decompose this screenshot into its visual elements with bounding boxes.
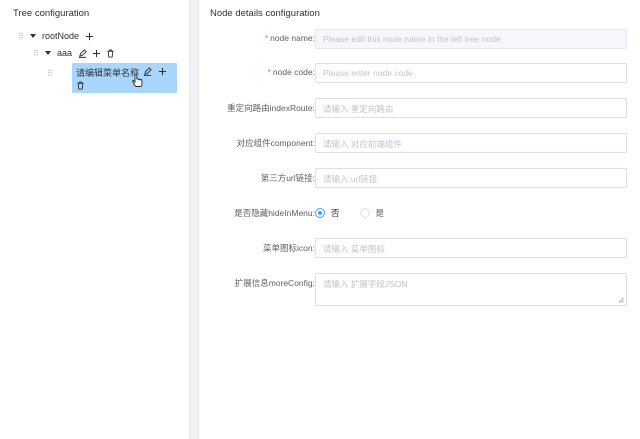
hide-in-menu-label: 是否隐藏hideInMenu: <box>234 208 315 218</box>
component-row: 对应组件component: 请输入 对应前端组件 <box>199 133 640 153</box>
edit-icon[interactable] <box>77 48 87 58</box>
radio-yes-label[interactable]: 是 <box>376 207 385 219</box>
hand-cursor-icon <box>132 74 143 87</box>
add-icon[interactable] <box>157 66 167 76</box>
url-row: 第三方url链接: 请输入 url链接 <box>199 168 640 188</box>
node-name-input[interactable]: Please edit this node name in the left t… <box>315 29 627 49</box>
url-input[interactable]: 请输入 url链接 <box>315 168 627 188</box>
node-details-panel: Node details configuration * node name: P… <box>198 0 640 439</box>
hide-in-menu-radio-group: 否 是 <box>315 207 404 219</box>
component-label: 对应组件component: <box>236 138 315 148</box>
icon-label: 菜单图标icon: <box>263 243 315 253</box>
url-label: 第三方url链接: <box>260 173 315 183</box>
node-name-row: * node name: Please edit this node name i… <box>199 29 640 49</box>
hide-in-menu-row: 是否隐藏hideInMenu: 否 是 <box>199 203 640 223</box>
panel-splitter[interactable] <box>190 0 198 439</box>
radio-no-label[interactable]: 否 <box>331 207 340 219</box>
node-code-row: * node code: Please enter node code <box>199 63 640 83</box>
tree-node-new-drag[interactable]: ⠿ <box>47 66 57 80</box>
add-icon[interactable] <box>84 31 94 41</box>
add-icon[interactable] <box>91 48 101 58</box>
tree-node-label[interactable]: rootNode <box>42 31 79 41</box>
component-input[interactable]: 请输入 对应前端组件 <box>315 133 627 153</box>
tree-node-new[interactable]: 请编辑菜单名称 <box>72 63 177 93</box>
radio-checked-icon[interactable] <box>315 208 325 218</box>
icon-row: 菜单图标icon: 请输入 菜单图标 <box>199 238 640 258</box>
drag-handle-icon[interactable]: ⠿ <box>18 32 28 41</box>
index-route-row: 重定向路由indexRoute: 请输入 重定向路由 <box>199 98 640 118</box>
drag-handle-icon[interactable]: ⠿ <box>47 69 57 78</box>
radio-option-no[interactable]: 否 <box>315 207 340 219</box>
drag-handle-icon[interactable]: ⠿ <box>33 49 43 58</box>
icon-input[interactable]: 请输入 菜单图标 <box>315 238 627 258</box>
node-code-label: * node code: <box>267 67 315 77</box>
radio-unchecked-icon[interactable] <box>359 208 370 218</box>
node-name-label: * node name: <box>264 33 315 43</box>
index-route-label: 重定向路由indexRoute: <box>227 103 315 113</box>
tree-node-aaa[interactable]: ⠿ aaa <box>33 46 119 60</box>
node-code-input[interactable]: Please enter node code <box>315 63 627 83</box>
caret-down-icon[interactable] <box>30 34 36 38</box>
resize-handle-icon[interactable] <box>618 297 624 303</box>
tree-panel: Tree configuration ⠿ rootNode ⠿ aaa ⠿ 请编… <box>0 0 190 439</box>
delete-icon[interactable] <box>105 48 115 58</box>
more-config-label: 扩展信息moreConfig: <box>234 278 315 288</box>
tree-node-label[interactable]: aaa <box>57 48 72 58</box>
tree-panel-title: Tree configuration <box>13 8 90 19</box>
delete-icon[interactable] <box>75 80 85 90</box>
tree-node-label[interactable]: 请编辑菜单名称 <box>76 66 139 79</box>
more-config-row: 扩展信息moreConfig: 请输入 扩展字段JSON <box>199 273 640 307</box>
more-config-placeholder: 请输入 扩展字段JSON <box>323 279 408 289</box>
node-details-title: Node details configuration <box>210 8 320 19</box>
more-config-textarea[interactable]: 请输入 扩展字段JSON <box>315 273 627 306</box>
tree-node-root[interactable]: ⠿ rootNode <box>18 29 98 43</box>
radio-option-yes[interactable]: 是 <box>359 207 385 219</box>
caret-down-icon[interactable] <box>45 51 51 55</box>
index-route-input[interactable]: 请输入 重定向路由 <box>315 98 627 118</box>
